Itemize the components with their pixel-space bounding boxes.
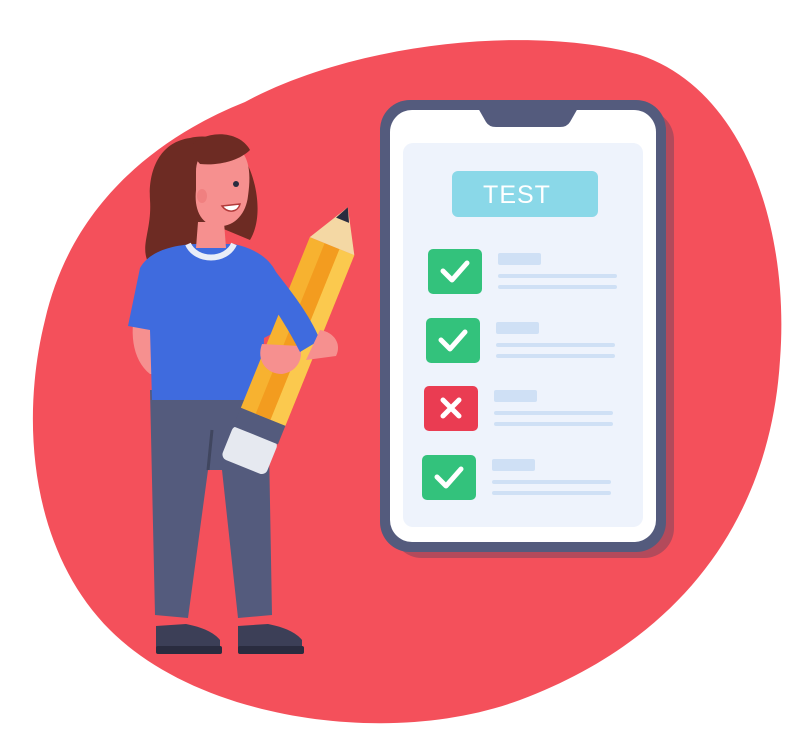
- placeholder-title: [496, 322, 539, 334]
- placeholder-line: [494, 422, 613, 426]
- placeholder-line: [492, 480, 611, 484]
- placeholder-line: [498, 274, 617, 278]
- placeholder-title: [494, 390, 537, 402]
- test-checklist-illustration: TEST: [32, 40, 782, 724]
- placeholder-line: [498, 285, 617, 289]
- eye: [233, 181, 239, 187]
- phone: TEST: [380, 100, 674, 558]
- pass-badge: [422, 455, 476, 500]
- placeholder-line: [496, 343, 615, 347]
- placeholder-line: [494, 411, 613, 415]
- pass-badge: [426, 318, 480, 363]
- placeholder-line: [496, 354, 615, 358]
- pass-badge: [428, 249, 482, 294]
- placeholder-title: [492, 459, 535, 471]
- test-header-label: TEST: [483, 181, 551, 209]
- phone-notch: [478, 108, 578, 127]
- placeholder-title: [498, 253, 541, 265]
- placeholder-line: [492, 491, 611, 495]
